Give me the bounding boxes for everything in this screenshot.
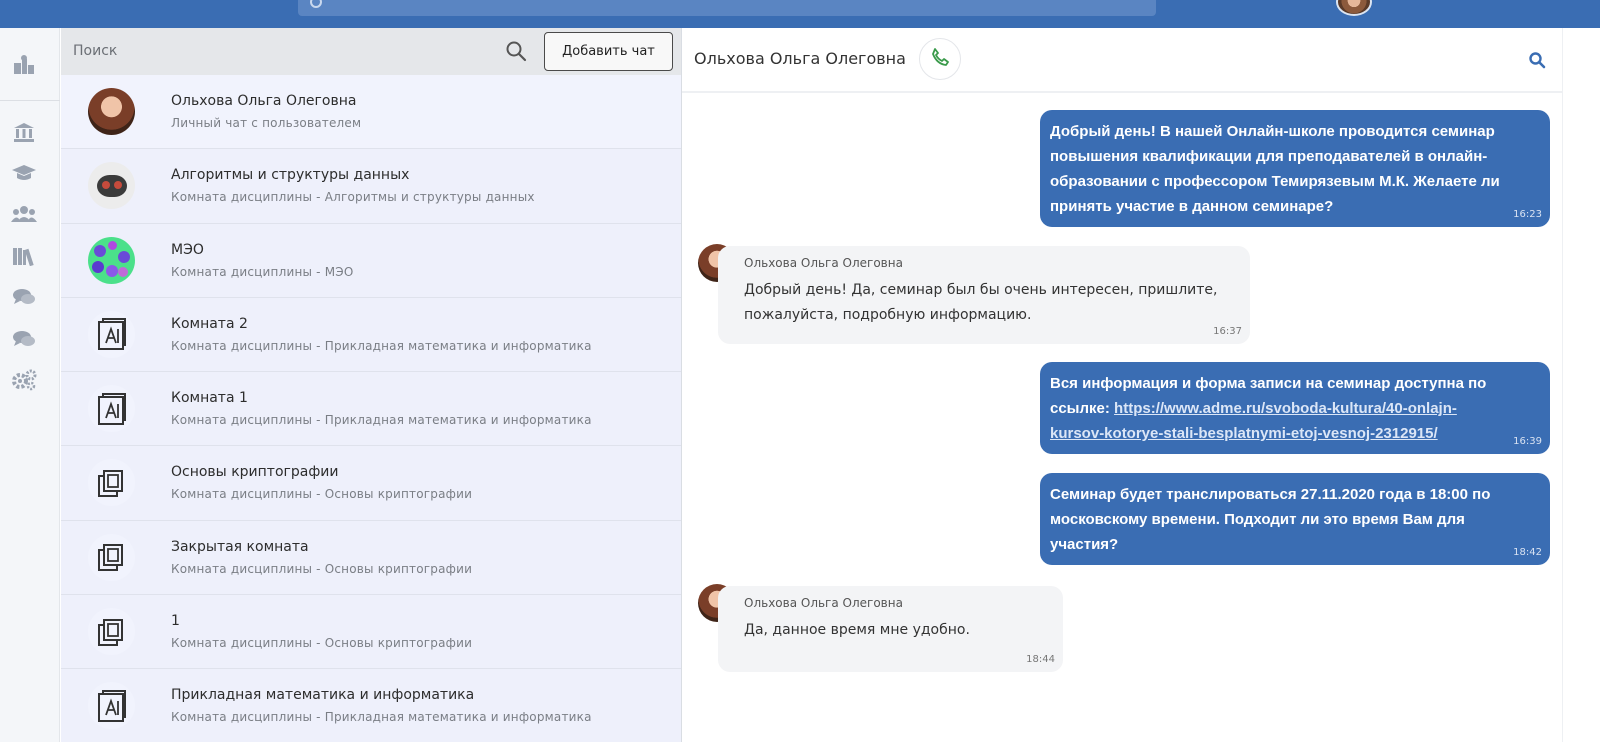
global-search-bar[interactable] (298, 0, 1156, 16)
message-sender: Ольхова Ольга Олеговна (744, 596, 903, 610)
drafting-room-icon (88, 682, 135, 730)
chat-subtitle: Комната дисциплины - Основы криптографии (171, 487, 473, 502)
course-logo-icon (88, 162, 135, 210)
chat-title: Ольхова Ольга Олеговна (171, 93, 357, 109)
institution-icon[interactable] (11, 122, 37, 142)
message-sender: Ольхова Ольга Олеговна (744, 256, 903, 270)
incoming-message: Ольхова Ольга Олеговна Добрый день! Да, … (718, 246, 1250, 344)
dashboard-icon[interactable] (11, 55, 37, 76)
chat-list-item[interactable]: Прикладная математика и информатика Комн… (61, 669, 681, 742)
conversation-search-icon[interactable] (1528, 51, 1546, 69)
chat-list-item[interactable]: Алгоритмы и структуры данных Комната дис… (61, 149, 681, 224)
phone-icon (931, 48, 949, 70)
current-user-avatar[interactable] (1336, 0, 1372, 16)
chat-subtitle: Комната дисциплины - Прикладная математи… (171, 710, 592, 725)
add-chat-button[interactable]: Добавить чат (544, 32, 673, 71)
chat-search-input[interactable] (73, 40, 373, 62)
library-icon[interactable] (11, 246, 37, 266)
chat-list-item[interactable]: 1 Комната дисциплины - Основы криптограф… (61, 595, 681, 670)
chat-title: 1 (171, 613, 180, 630)
chat-list-item[interactable]: МЭО Комната дисциплины - МЭО (61, 224, 681, 298)
page-scrollbar[interactable] (1562, 28, 1600, 742)
chat-subtitle: Комната дисциплины - Прикладная математи… (171, 413, 592, 428)
chat-title: Закрытая комната (171, 538, 309, 555)
message-time: 18:42 (1513, 547, 1542, 558)
chat-search-row: Добавить чат (61, 28, 681, 75)
message-time: 16:23 (1513, 209, 1542, 220)
outgoing-message: Добрый день! В нашей Онлайн-школе провод… (1040, 110, 1550, 227)
users-icon[interactable] (11, 204, 37, 224)
top-bar (0, 0, 1600, 28)
chat-bubbles-icon[interactable] (11, 287, 37, 307)
conversation-header: Ольхова Ольга Олеговна (682, 28, 1562, 93)
message-time: 18:44 (1026, 654, 1055, 665)
chat-list-item[interactable]: Комната 1 Комната дисциплины - Прикладна… (61, 372, 681, 447)
chat-subtitle: Комната дисциплины - МЭО (171, 264, 354, 279)
chat-bubbles-icon[interactable] (11, 329, 37, 349)
drafting-room-icon (88, 310, 135, 358)
chat-subtitle: Личный чат с пользователем (171, 116, 362, 130)
outgoing-message: Семинар будет транслироваться 27.11.2020… (1040, 473, 1550, 565)
chat-title: Алгоритмы и структуры данных (171, 167, 410, 184)
chat-list-panel: Добавить чат Ольхова Ольга Олеговна Личн… (61, 28, 682, 742)
chat-list-item[interactable]: Ольхова Ольга Олеговна Личный чат с поль… (61, 75, 681, 150)
chat-title: Прикладная математика и информатика (171, 687, 475, 704)
message-text: Семинар будет транслироваться 27.11.2020… (1050, 486, 1491, 553)
chat-subtitle: Комната дисциплины - Основы криптографии (171, 561, 473, 576)
chat-title: Основы криптографии (171, 464, 339, 481)
chat-list: Ольхова Ольга Олеговна Личный чат с поль… (61, 75, 681, 742)
conversation-panel: Ольхова Ольга Олеговна Добрый день! В на… (682, 28, 1562, 742)
chat-list-item[interactable]: Комната 2 Комната дисциплины - Прикладна… (61, 298, 681, 373)
message-time: 16:37 (1213, 326, 1242, 337)
incoming-message: Ольхова Ольга Олеговна Да, данное время … (718, 586, 1063, 672)
conversation-title: Ольхова Ольга Олеговна (694, 49, 906, 68)
stacked-frames-icon (88, 533, 135, 581)
drafting-room-icon (88, 385, 135, 433)
outgoing-message: Вся информация и форма записи на семинар… (1040, 362, 1550, 454)
chat-title: Комната 1 (171, 390, 248, 407)
rail-divider (0, 100, 60, 101)
chat-list-item[interactable]: Закрытая комната Комната дисциплины - Ос… (61, 521, 681, 596)
global-search-icon (310, 0, 322, 8)
graduation-cap-icon[interactable] (11, 163, 37, 183)
message-text: Добрый день! В нашей Онлайн-школе провод… (1050, 123, 1500, 215)
dots-logo-icon (88, 236, 135, 284)
search-icon[interactable] (505, 40, 527, 62)
message-time: 16:39 (1513, 436, 1542, 447)
chat-list-item[interactable]: Основы криптографии Комната дисциплины -… (61, 446, 681, 521)
chat-subtitle: Комната дисциплины - Алгоритмы и структу… (171, 190, 535, 205)
chat-title: МЭО (171, 241, 204, 258)
message-text: Добрый день! Да, семинар был бы очень ин… (744, 282, 1218, 323)
stacked-frames-icon (88, 459, 135, 507)
left-nav-rail (0, 28, 60, 742)
message-text: Да, данное время мне удобно. (744, 622, 970, 638)
stacked-frames-icon (88, 608, 135, 656)
chat-subtitle: Комната дисциплины - Прикладная математи… (171, 338, 592, 353)
settings-gears-icon[interactable] (11, 369, 37, 391)
chat-subtitle: Комната дисциплины - Основы криптографии (171, 636, 473, 651)
user-avatar (88, 88, 135, 135)
call-button[interactable] (919, 38, 961, 80)
chat-title: Комната 2 (171, 315, 248, 332)
